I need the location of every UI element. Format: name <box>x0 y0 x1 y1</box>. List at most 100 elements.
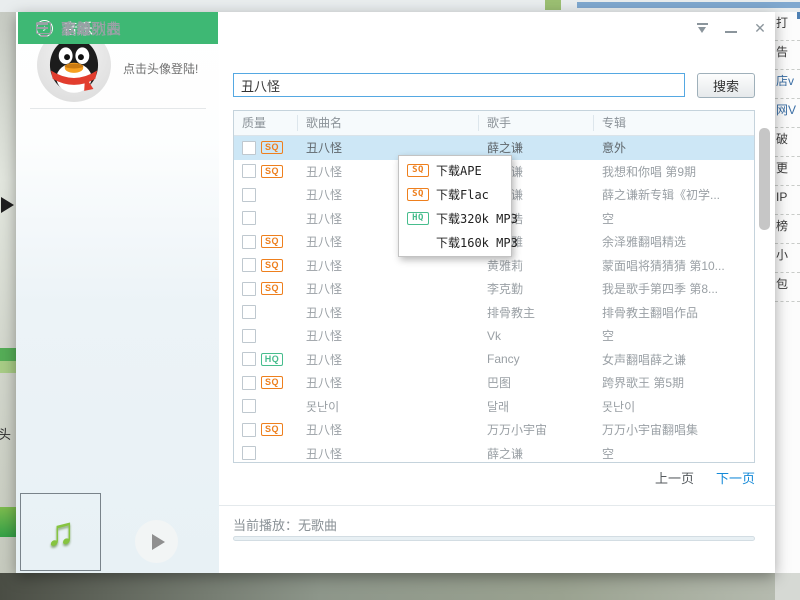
music-note-icon: ♫ <box>46 512 76 552</box>
background-link: 更 <box>775 157 800 186</box>
song-cell: 丑八怪 <box>298 139 479 156</box>
quality-cell: SQ <box>234 164 298 178</box>
context-menu-item[interactable]: SQ 下载APE <box>399 158 511 182</box>
column-header-album[interactable]: 专辑 <box>594 115 754 131</box>
sidebar-item[interactable]: 支持 <box>18 12 218 44</box>
album-cell: 排骨教主翻唱作品 <box>594 304 754 321</box>
album-cell: 蒙面唱将猜猜猜 第10... <box>594 257 754 274</box>
table-row[interactable]: 丑八怪 薛之谦 空 <box>234 442 754 466</box>
column-header-quality[interactable]: 质量 <box>234 115 298 131</box>
row-checkbox[interactable] <box>242 376 256 390</box>
pagination: 上一页 下一页 <box>655 468 755 487</box>
table-row[interactable]: 丑八怪 Vk 空 <box>234 324 754 348</box>
search-row: 搜索 <box>233 73 755 99</box>
sidebar-item-icon <box>36 22 51 34</box>
song-cell: 丑八怪 <box>298 351 479 368</box>
background-link: 小 <box>775 244 800 273</box>
table-row[interactable]: 못난이 달래 못난이 <box>234 395 754 419</box>
artist-cell: 李克勤 <box>479 280 594 297</box>
row-checkbox[interactable] <box>242 399 256 413</box>
quality-badge: HQ <box>407 212 429 225</box>
background-link: 网V <box>775 99 800 128</box>
row-checkbox[interactable] <box>242 211 256 225</box>
desktop-blue-bar <box>577 2 800 8</box>
quality-cell <box>234 329 298 343</box>
song-cell: 丑八怪 <box>298 304 479 321</box>
album-cell: 余泽雅翻唱精选 <box>594 233 754 250</box>
row-checkbox[interactable] <box>242 141 256 155</box>
context-menu-item[interactable]: HQ 下载320k MP3 <box>399 206 511 230</box>
desktop-right-strip: 打 告 店v 网V 破 更 IP 榜 小 包 <box>775 12 800 573</box>
quality-cell: SQ <box>234 282 298 296</box>
row-checkbox[interactable] <box>242 164 256 178</box>
row-checkbox[interactable] <box>242 446 256 460</box>
row-checkbox[interactable] <box>242 235 256 249</box>
song-cell: 丑八怪 <box>298 374 479 391</box>
search-button[interactable]: 搜索 <box>697 73 755 98</box>
window-controls: ✕ <box>695 22 767 34</box>
album-cell: 空 <box>594 327 754 344</box>
column-header-artist[interactable]: 歌手 <box>479 115 594 131</box>
row-checkbox[interactable] <box>242 423 256 437</box>
screen: 头 打 告 店v 网V 破 更 IP 榜 小 包 <box>0 0 800 600</box>
song-cell: 丑八怪 <box>298 421 479 438</box>
background-link-text: 破 <box>776 132 788 146</box>
close-icon[interactable]: ✕ <box>753 22 767 34</box>
login-hint[interactable]: 点击头像登陆! <box>123 60 198 77</box>
row-checkbox[interactable] <box>242 258 256 272</box>
download-context-menu: SQ 下载APE SQ 下载Flac HQ 下载320k MP3 <box>398 155 512 257</box>
artist-cell: 薛之谦 <box>479 139 594 156</box>
minimize-icon[interactable] <box>724 22 738 34</box>
table-row[interactable]: HQ 丑八怪 Fancy 女声翻唱薛之谦 <box>234 348 754 372</box>
album-cell: 我是歌手第四季 第8... <box>594 280 754 297</box>
table-row[interactable]: SQ 丑八怪 李克勤 我是歌手第四季 第8... <box>234 277 754 301</box>
skin-menu-icon[interactable] <box>695 22 709 34</box>
row-checkbox[interactable] <box>242 352 256 366</box>
table-row[interactable]: SQ 丑八怪 巴图 跨界歌王 第5期 <box>234 371 754 395</box>
artist-cell: 黄雅莉 <box>479 257 594 274</box>
main-panel: ✕ 搜索 质量 歌曲名 歌手 专辑 <box>219 12 775 573</box>
context-menu-item[interactable]: SQ 下载Flac <box>399 182 511 206</box>
column-header-song[interactable]: 歌曲名 <box>298 115 479 131</box>
background-link-text: 小 <box>776 248 788 262</box>
artist-cell: 排骨教主 <box>479 304 594 321</box>
artist-cell: 万万小宇宙 <box>479 421 594 438</box>
quality-cell: HQ <box>234 352 298 366</box>
sidebar-divider <box>30 108 206 109</box>
row-checkbox[interactable] <box>242 282 256 296</box>
background-link: IP <box>775 186 800 215</box>
prev-page-link[interactable]: 上一页 <box>655 468 694 487</box>
album-cell: 我想和你唱 第9期 <box>594 163 754 180</box>
row-checkbox[interactable] <box>242 329 256 343</box>
quality-badge: SQ <box>407 164 429 177</box>
progress-bar[interactable] <box>233 536 755 541</box>
next-page-link[interactable]: 下一页 <box>716 468 755 487</box>
quality-badge: SQ <box>261 141 283 154</box>
quality-badge: SQ <box>261 282 283 295</box>
row-checkbox[interactable] <box>242 305 256 319</box>
background-link-text: 打 <box>776 16 788 30</box>
background-link: 榜 <box>775 215 800 244</box>
album-cell: 못난이 <box>594 398 754 415</box>
album-cell: 女声翻唱薛之谦 <box>594 351 754 368</box>
search-input[interactable] <box>233 73 685 97</box>
sidebar-item-label: 支持 <box>61 18 91 39</box>
quality-cell: SQ <box>234 235 298 249</box>
quality-badge: SQ <box>407 188 429 201</box>
table-row[interactable]: 丑八怪 排骨教主 排骨教主翻唱作品 <box>234 301 754 325</box>
desktop-top-strip <box>0 0 800 12</box>
background-link-text: 店v <box>776 74 794 88</box>
artist-cell: 薛之谦 <box>479 445 594 462</box>
table-row[interactable]: SQ 丑八怪 黄雅莉 蒙面唱将猜猜猜 第10... <box>234 254 754 278</box>
quality-cell: SQ <box>234 141 298 155</box>
context-menu-item-label: 下载160k MP3 <box>436 234 518 251</box>
context-menu-item[interactable]: 下载160k MP3 <box>399 230 511 254</box>
scrollbar-thumb[interactable] <box>759 128 770 230</box>
album-cell: 空 <box>594 210 754 227</box>
play-button[interactable] <box>135 520 178 563</box>
desktop-left-strip: 头 <box>0 12 16 573</box>
quality-cell: SQ <box>234 376 298 390</box>
context-menu-item-label: 下载Flac <box>436 186 489 203</box>
table-row[interactable]: SQ 丑八怪 万万小宇宙 万万小宇宙翻唱集 <box>234 418 754 442</box>
row-checkbox[interactable] <box>242 188 256 202</box>
